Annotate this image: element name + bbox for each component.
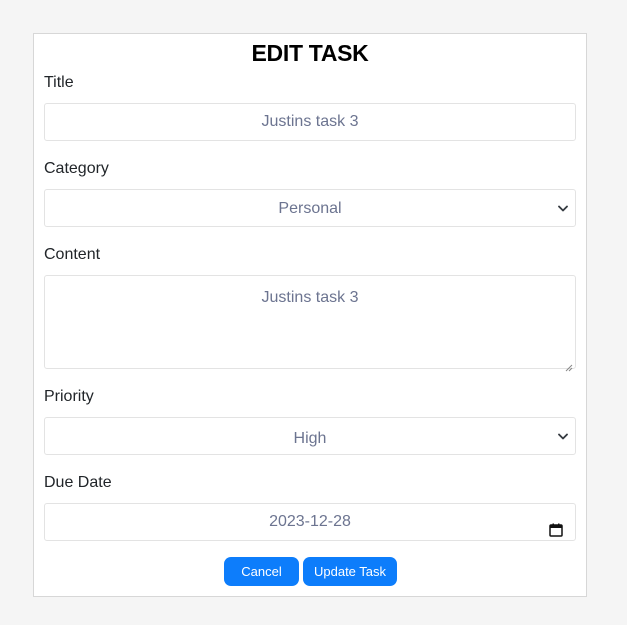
due-date-value: 2023-12-28 bbox=[269, 513, 351, 530]
resize-handle-icon[interactable] bbox=[565, 358, 573, 372]
content-label: Content bbox=[44, 246, 101, 263]
due-date-label: Due Date bbox=[44, 474, 112, 491]
cancel-button[interactable]: Cancel bbox=[224, 557, 299, 586]
content-textarea[interactable]: Justins task 3 bbox=[44, 275, 576, 372]
priority-select-value: High bbox=[293, 430, 327, 447]
calendar-icon[interactable] bbox=[549, 515, 563, 537]
category-select-value: Personal bbox=[278, 200, 342, 217]
edit-task-card: EDIT TASK Title Justins task 3 Category … bbox=[33, 33, 587, 597]
title-input[interactable]: Justins task 3 bbox=[44, 103, 576, 141]
category-label: Category bbox=[44, 160, 109, 177]
update-task-button[interactable]: Update Task bbox=[303, 557, 397, 586]
content-textarea-value: Justins task 3 bbox=[261, 289, 359, 306]
title-input-value: Justins task 3 bbox=[261, 113, 359, 130]
chevron-down-icon bbox=[557, 190, 569, 226]
priority-label: Priority bbox=[44, 388, 94, 405]
due-date-input[interactable]: 2023-12-28 bbox=[44, 503, 576, 541]
chevron-down-icon bbox=[557, 418, 569, 454]
category-select[interactable]: Personal bbox=[44, 189, 576, 227]
page-title: EDIT TASK bbox=[251, 40, 369, 66]
title-label: Title bbox=[44, 74, 74, 91]
priority-select[interactable]: High bbox=[44, 417, 576, 455]
